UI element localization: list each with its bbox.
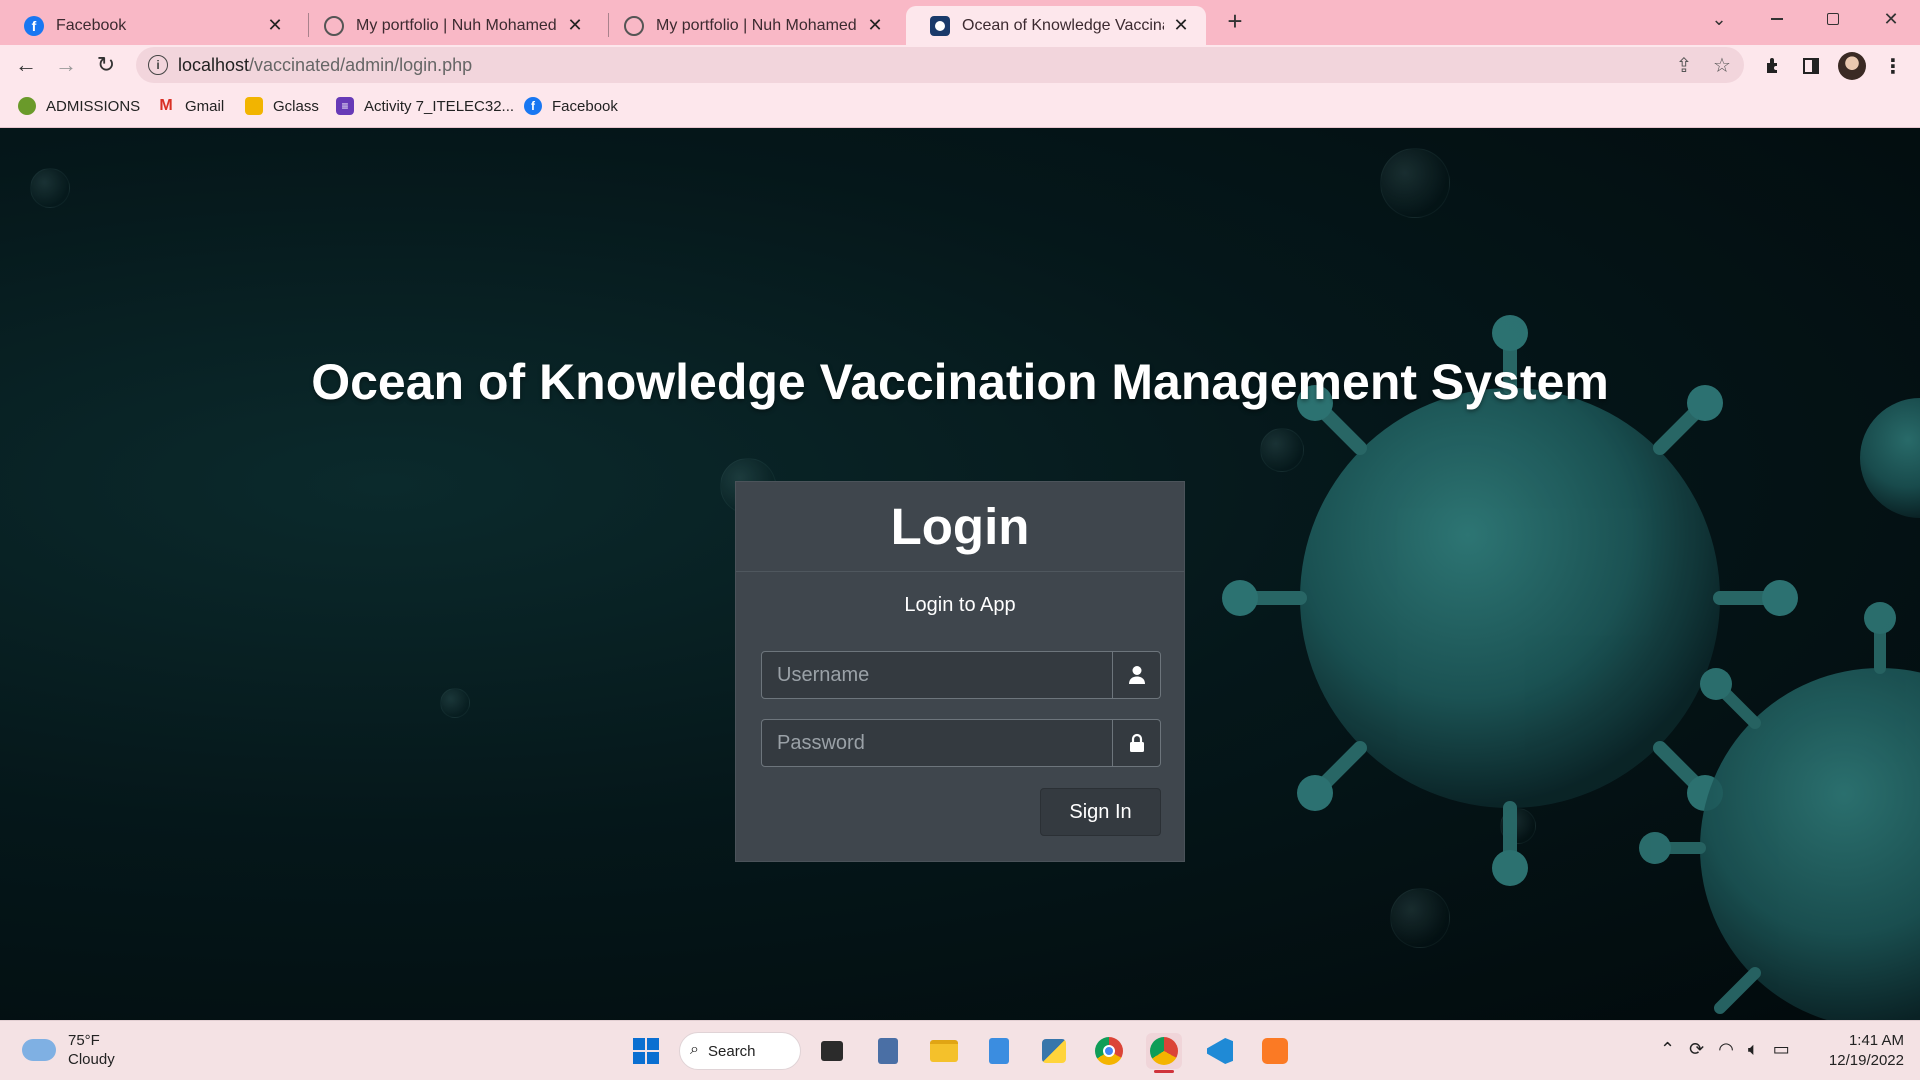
login-card: Login Login to App Sign In	[735, 481, 1185, 862]
back-button[interactable]: ←	[10, 49, 42, 81]
bookmark-admissions[interactable]: ADMISSIONS	[18, 95, 140, 117]
restore-button[interactable]	[1816, 4, 1850, 34]
cloud-icon	[22, 1039, 56, 1061]
clock-time: 1:41 AM	[1848, 1032, 1904, 1049]
sign-in-button[interactable]: Sign In	[1040, 788, 1161, 836]
side-panel-icon[interactable]	[1798, 53, 1824, 79]
page-viewport: Ocean of Knowledge Vaccination Managemen…	[0, 128, 1920, 1020]
google-classroom-icon	[245, 97, 263, 115]
chrome-profile-icon[interactable]	[1146, 1033, 1182, 1073]
extensions-puzzle-icon[interactable]	[1760, 53, 1786, 79]
tab-search-chevron-icon[interactable]: ⌄	[1702, 4, 1736, 34]
username-input[interactable]	[762, 652, 1112, 698]
forms-icon: ≡	[336, 97, 354, 115]
globe-icon	[624, 15, 644, 36]
page-title: Ocean of Knowledge Vaccination Managemen…	[311, 354, 1609, 410]
weather-temperature: 75°F	[68, 1032, 100, 1049]
facebook-icon: f	[524, 97, 542, 115]
battery-icon[interactable]: ▭	[1773, 1039, 1790, 1060]
tab-ocean-of-knowledge[interactable]: Ocean of Knowledge Vaccination ✕	[906, 6, 1206, 45]
bookmark-label: Facebook	[552, 97, 618, 115]
share-icon[interactable]: ⇪	[1672, 53, 1696, 77]
globe-icon	[324, 15, 344, 36]
taskbar-search[interactable]: ⌕ Search	[679, 1032, 801, 1070]
app-favicon-icon	[930, 15, 950, 36]
sync-icon[interactable]: ⟳	[1689, 1039, 1704, 1060]
tab-portfolio-2[interactable]: My portfolio | Nuh Mohamed Ali ✕	[600, 6, 900, 45]
bookmark-gclass[interactable]: Gclass	[245, 95, 319, 117]
bookmark-star-icon[interactable]: ☆	[1710, 53, 1734, 77]
url-path: /vaccinated/admin/login.php	[249, 55, 473, 75]
login-heading: Login	[736, 482, 1184, 572]
url-host: localhost	[178, 55, 250, 75]
tab-title: Facebook	[56, 16, 127, 34]
close-icon[interactable]: ✕	[864, 15, 886, 37]
weather-description: Cloudy	[68, 1051, 115, 1068]
reload-button[interactable]: ↻	[90, 49, 122, 81]
vscode-icon[interactable]	[1202, 1033, 1238, 1069]
profile-avatar[interactable]	[1838, 52, 1866, 80]
address-bar-url[interactable]: localhost/vaccinated/admin/login.php	[178, 55, 472, 76]
file-explorer-icon[interactable]	[926, 1033, 962, 1069]
bookmark-label: ADMISSIONS	[46, 97, 141, 115]
bookmarks-bar: ADMISSIONS M Gmail Gclass ≡ Activity 7_I…	[0, 85, 1920, 128]
user-icon	[1112, 652, 1160, 698]
chevron-up-icon[interactable]: ⌃	[1660, 1039, 1675, 1060]
close-icon[interactable]: ✕	[1170, 15, 1192, 37]
calculator-icon[interactable]	[870, 1033, 906, 1069]
address-bar[interactable]: i localhost/vaccinated/admin/login.php ⇪…	[136, 47, 1744, 83]
bookmark-facebook[interactable]: f Facebook	[524, 95, 618, 117]
tab-facebook[interactable]: f Facebook ✕	[0, 6, 300, 45]
tab-title: My portfolio | Nuh Mohamed Ali	[356, 16, 558, 34]
taskbar: 75°F Cloudy ⌕ Search ⌃ ⟳ ◠ 🔈︎ ▭ 1:41 AM …	[0, 1020, 1920, 1080]
search-icon: ⌕	[690, 1041, 699, 1058]
lock-icon	[1112, 720, 1160, 766]
xampp-icon[interactable]	[1257, 1033, 1293, 1069]
browser-toolbar: ← → ↻ i localhost/vaccinated/admin/login…	[0, 45, 1920, 85]
system-tray: ⌃ ⟳ ◠ 🔈︎ ▭	[1660, 1039, 1790, 1060]
start-button[interactable]	[628, 1033, 664, 1069]
minimize-button[interactable]	[1760, 4, 1794, 34]
chrome-icon[interactable]	[1091, 1033, 1127, 1069]
window-close-button[interactable]: ✕	[1874, 4, 1908, 34]
bookmark-activity[interactable]: ≡ Activity 7_ITELEC32...	[336, 95, 514, 117]
clock-date: 12/19/2022	[1828, 1052, 1904, 1069]
facebook-icon: f	[24, 15, 44, 36]
weather-widget[interactable]: 75°F Cloudy	[22, 1031, 115, 1069]
tab-title: My portfolio | Nuh Mohamed Ali	[656, 16, 858, 34]
browser-tab-strip: f Facebook ✕ My portfolio | Nuh Mohamed …	[0, 0, 1920, 45]
forward-button[interactable]: →	[50, 49, 82, 81]
new-tab-button[interactable]: +	[1222, 6, 1248, 36]
gmail-icon: M	[159, 97, 173, 114]
volume-icon[interactable]: 🔈︎	[1748, 1039, 1759, 1060]
username-input-group	[761, 651, 1161, 699]
login-subtitle: Login to App	[904, 594, 1016, 616]
bookmark-label: Activity 7_ITELEC32...	[364, 97, 515, 115]
menu-kebab-icon[interactable]: ⋮	[1880, 53, 1906, 79]
close-icon[interactable]: ✕	[564, 15, 586, 37]
password-input-group	[761, 719, 1161, 767]
tab-portfolio-1[interactable]: My portfolio | Nuh Mohamed Ali ✕	[300, 6, 600, 45]
close-icon[interactable]: ✕	[264, 15, 286, 37]
bookmark-label: Gclass	[273, 97, 319, 115]
password-input[interactable]	[762, 720, 1112, 766]
info-icon[interactable]: i	[148, 55, 168, 75]
taskbar-search-label: Search	[708, 1042, 756, 1060]
bookmark-gmail[interactable]: M Gmail	[157, 95, 224, 117]
notepad-icon[interactable]	[981, 1033, 1017, 1069]
system-clock[interactable]: 1:41 AM 12/19/2022	[1822, 1031, 1904, 1071]
admissions-icon	[18, 97, 36, 115]
task-view-icon[interactable]	[814, 1033, 850, 1069]
bookmark-label: Gmail	[185, 97, 225, 115]
python-icon[interactable]	[1036, 1033, 1072, 1069]
virus-particle-top-right	[1860, 398, 1920, 518]
tab-title: Ocean of Knowledge Vaccination	[962, 16, 1164, 34]
wifi-icon[interactable]: ◠	[1718, 1039, 1734, 1060]
